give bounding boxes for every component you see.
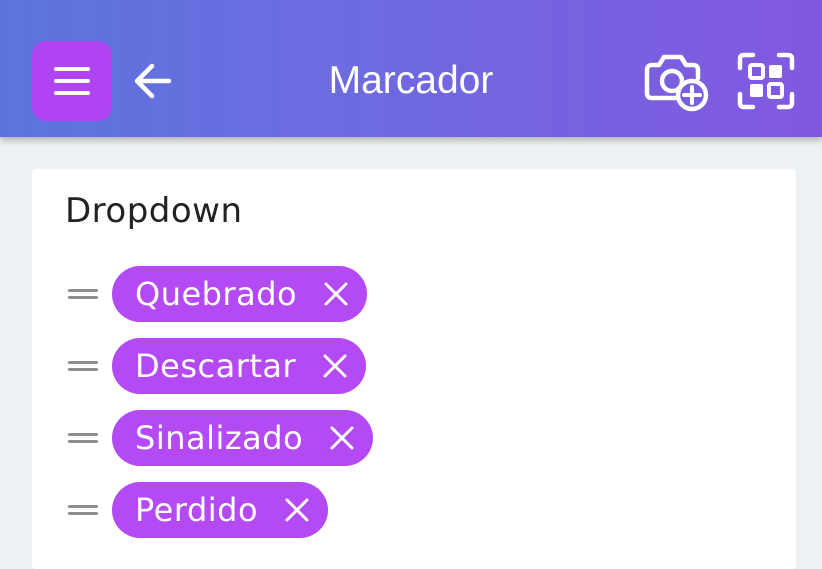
remove-chip-button[interactable] [284, 497, 310, 523]
card-title: Dropdown [65, 191, 243, 231]
list-item: Sinalizado [68, 410, 374, 466]
app-header: Marcador [0, 0, 822, 137]
list-item: Perdido [68, 482, 329, 538]
option-chip[interactable]: Perdido [112, 482, 329, 538]
remove-chip-button[interactable] [322, 353, 348, 379]
chip-label: Perdido [135, 491, 259, 529]
chip-label: Sinalizado [135, 419, 304, 457]
chip-label: Quebrado [135, 275, 298, 313]
option-chip[interactable]: Quebrado [112, 266, 368, 322]
close-icon [324, 282, 348, 306]
scan-button[interactable] [734, 50, 798, 112]
chip-label: Descartar [135, 347, 297, 385]
list-item: Quebrado [68, 266, 368, 322]
drag-handle-icon[interactable] [68, 502, 98, 518]
close-icon [323, 354, 347, 378]
drag-handle-icon[interactable] [68, 430, 98, 446]
camera-add-icon [644, 54, 709, 112]
add-photo-button[interactable] [640, 50, 712, 112]
close-icon [285, 498, 309, 522]
remove-chip-button[interactable] [323, 281, 349, 307]
drag-handle-icon[interactable] [68, 286, 98, 302]
option-chip[interactable]: Descartar [112, 338, 367, 394]
close-icon [330, 426, 354, 450]
qr-scan-icon [737, 52, 795, 110]
dropdown-card: Dropdown Quebrado Descartar Sinalizado P… [32, 169, 796, 569]
option-chip[interactable]: Sinalizado [112, 410, 374, 466]
drag-handle-icon[interactable] [68, 358, 98, 374]
remove-chip-button[interactable] [329, 425, 355, 451]
list-item: Descartar [68, 338, 367, 394]
